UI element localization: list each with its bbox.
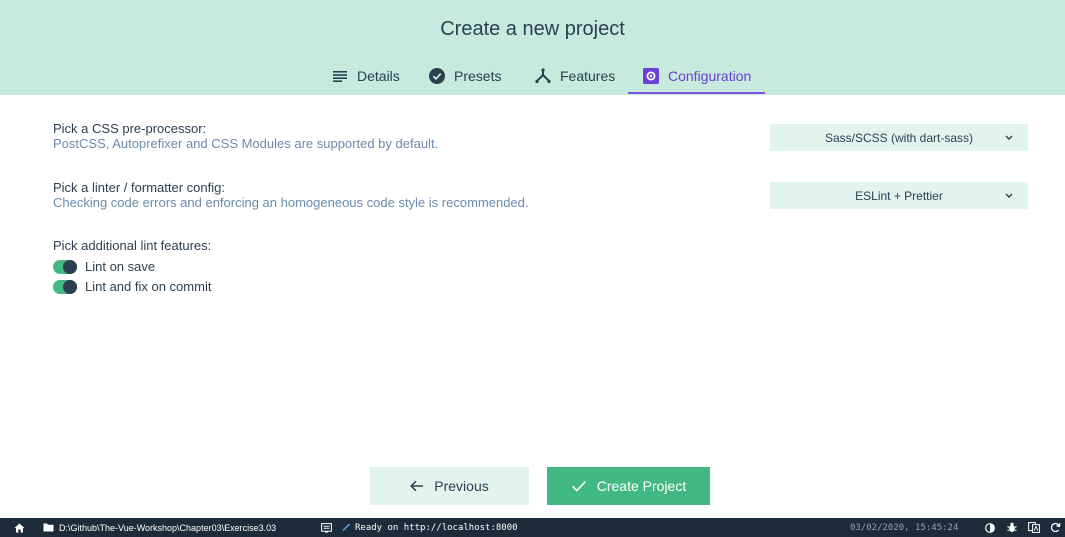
previous-label: Previous xyxy=(434,478,489,494)
terminal-icon[interactable] xyxy=(321,518,332,537)
home-icon[interactable] xyxy=(14,518,25,537)
check-icon xyxy=(342,518,351,537)
list-icon xyxy=(332,68,348,84)
toggle-label: Lint and fix on commit xyxy=(85,279,212,294)
lint-on-save-toggle[interactable] xyxy=(53,259,77,274)
header: Create a new project Details Presets Fea… xyxy=(0,0,1065,95)
gear-box-icon xyxy=(643,67,659,84)
refresh-icon[interactable] xyxy=(1050,518,1061,537)
active-tab-indicator xyxy=(628,92,765,94)
toggle-knob xyxy=(63,279,77,294)
tab-label: Configuration xyxy=(668,67,752,84)
linter-description: Checking code errors and enforcing an ho… xyxy=(53,195,529,210)
lint-features-title: Pick additional lint features: xyxy=(53,238,212,253)
toggle-label: Lint on save xyxy=(85,259,156,274)
css-preprocessor-select[interactable]: Sass/SCSS (with dart-sass) xyxy=(770,124,1028,151)
linter-title: Pick a linter / formatter config: xyxy=(53,180,225,195)
project-path[interactable]: D:\Github\The-Vue-Workshop\Chapter03\Exe… xyxy=(59,518,276,537)
checkmark-icon xyxy=(571,480,587,492)
create-project-button[interactable]: Create Project xyxy=(547,467,710,505)
linter-section: Pick a linter / formatter config: Checki… xyxy=(53,180,529,210)
chevron-down-icon xyxy=(1004,189,1014,199)
select-value: Sass/SCSS (with dart-sass) xyxy=(824,130,974,145)
css-preprocessor-title: Pick a CSS pre-processor: xyxy=(53,121,207,136)
lint-on-save-row: Lint on save xyxy=(53,259,155,274)
css-preprocessor-description: PostCSS, Autoprefixer and CSS Modules ar… xyxy=(53,136,439,151)
arrow-left-icon xyxy=(410,480,424,492)
translate-icon[interactable] xyxy=(1028,518,1040,537)
chevron-down-icon xyxy=(1004,131,1014,141)
bug-icon[interactable] xyxy=(1007,518,1017,537)
check-circle-icon xyxy=(429,67,445,84)
tab-presets[interactable]: Presets xyxy=(429,58,501,93)
linter-select[interactable]: ESLint + Prettier xyxy=(770,182,1028,209)
folder-icon[interactable] xyxy=(43,518,54,537)
select-value: ESLint + Prettier xyxy=(855,188,943,203)
tab-label: Features xyxy=(560,67,616,84)
create-project-label: Create Project xyxy=(596,478,687,494)
status-bar: D:\Github\The-Vue-Workshop\Chapter03\Exe… xyxy=(0,518,1065,537)
tab-details[interactable]: Details xyxy=(332,58,400,93)
css-preprocessor-section: Pick a CSS pre-processor: PostCSS, Autop… xyxy=(53,121,438,151)
lint-features-section: Pick additional lint features: xyxy=(53,238,211,253)
lint-fix-on-commit-toggle[interactable] xyxy=(53,279,77,294)
tab-features[interactable]: Features xyxy=(535,58,615,93)
page-title: Create a new project xyxy=(440,18,625,40)
tab-label: Details xyxy=(357,67,400,84)
tab-configuration[interactable]: Configuration xyxy=(643,58,751,93)
tab-label: Presets xyxy=(454,67,502,84)
previous-button[interactable]: Previous xyxy=(370,467,529,505)
dark-mode-icon[interactable] xyxy=(985,518,995,537)
fork-icon xyxy=(535,67,551,84)
timestamp: 03/02/2020, 15:45:24 xyxy=(850,522,959,533)
toggle-knob xyxy=(63,259,77,274)
lint-fix-commit-row: Lint and fix on commit xyxy=(53,279,211,294)
tab-bar: Details Presets Features Configuration xyxy=(0,58,1065,95)
server-status: Ready on http://localhost:8000 xyxy=(355,522,518,533)
